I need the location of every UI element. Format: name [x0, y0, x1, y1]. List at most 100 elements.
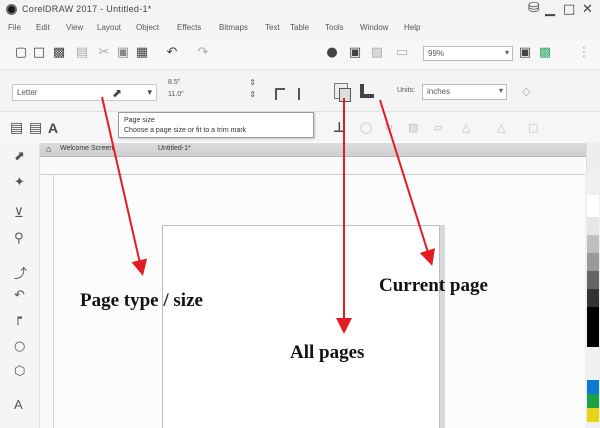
- redo-icon[interactable]: ↷: [196, 46, 210, 60]
- current-page-icon[interactable]: [360, 84, 374, 98]
- zoom-level-select[interactable]: 99% ▾: [423, 46, 513, 61]
- transform-icon[interactable]: ⊥: [333, 120, 346, 136]
- home-icon[interactable]: ⌂: [46, 144, 51, 154]
- trim-icon[interactable]: □: [528, 121, 538, 134]
- distort-icon[interactable]: △: [462, 121, 470, 134]
- menu-object[interactable]: Object: [136, 23, 159, 32]
- paste-icon[interactable]: ▦: [135, 46, 149, 60]
- palette-swatch[interactable]: [587, 289, 599, 307]
- menu-help[interactable]: Help: [404, 23, 420, 32]
- pick-tool-icon[interactable]: ⬈: [14, 149, 25, 164]
- menu-layout[interactable]: Layout: [97, 23, 121, 32]
- label-all-pages: All pages: [290, 342, 365, 363]
- page-size-tooltip: Page size Choose a page size or fit to a…: [118, 112, 314, 138]
- page-size-select[interactable]: Letter ▾: [12, 84, 157, 101]
- menu-view[interactable]: View: [66, 23, 83, 32]
- menu-bitmaps[interactable]: Bitmaps: [219, 23, 248, 32]
- undo-icon[interactable]: ↶: [165, 46, 179, 60]
- rectangle-tool-icon[interactable]: ┍: [14, 311, 22, 326]
- standard-toolbar: ▢ □ ▩ ▤ ✂ ▣ ▦ ↶ ↷ ● ▣ ▧ ▭ 99% ▾ ▣ ▩ ⋮: [0, 38, 600, 70]
- landscape-icon[interactable]: [298, 88, 308, 100]
- color-palette: [585, 175, 600, 428]
- cut-icon[interactable]: ✂: [97, 46, 111, 60]
- page-height-value[interactable]: 11.0": [168, 91, 184, 98]
- options-icon[interactable]: ⋮: [577, 46, 591, 60]
- menu-tools[interactable]: Tools: [325, 23, 344, 32]
- import-icon[interactable]: ▣: [348, 46, 362, 60]
- palette-swatch[interactable]: [587, 253, 599, 271]
- tab-untitled-1[interactable]: Untitled-1*: [158, 145, 191, 152]
- units-select[interactable]: inches ▾: [422, 84, 507, 100]
- search-icon[interactable]: ●: [325, 46, 339, 60]
- crop-tool-icon[interactable]: ⊻: [14, 206, 24, 221]
- screenshot-frame: CorelDRAW 2017 - Untitled-1* ⛁ ▁ □ ✕ Fil…: [0, 0, 600, 428]
- title-bar: CorelDRAW 2017 - Untitled-1* ⛁ ▁ □ ✕: [0, 0, 600, 20]
- export-icon[interactable]: ▧: [370, 46, 384, 60]
- cursor-pointer-icon: ⬈: [112, 86, 123, 100]
- order-icon[interactable]: ▱: [434, 121, 442, 134]
- palette-swatch[interactable]: [587, 217, 599, 235]
- menu-text[interactable]: Text: [265, 23, 280, 32]
- width-spin-icon[interactable]: ⇕: [249, 78, 256, 87]
- portrait-icon[interactable]: [275, 88, 285, 100]
- polygon-tool-icon[interactable]: ⬡: [14, 364, 25, 379]
- tooltip-body: Choose a page size or fit to a trim mark: [124, 127, 247, 134]
- tooltip-title: Page size: [124, 117, 155, 124]
- menu-table[interactable]: Table: [290, 23, 309, 32]
- ellipse-tool-icon[interactable]: ○: [14, 339, 25, 354]
- page-dimensions: 8.5" ⇕ 11.0" ⇕: [168, 78, 258, 105]
- window-title: CorelDRAW 2017 - Untitled-1*: [22, 4, 152, 14]
- full-screen-icon[interactable]: ▣: [518, 46, 532, 60]
- horizontal-ruler: [40, 157, 585, 175]
- label-current-page: Current page: [379, 275, 488, 296]
- open-icon[interactable]: □: [32, 46, 46, 60]
- palette-swatch[interactable]: [587, 408, 599, 422]
- tab-welcome-screen[interactable]: Welcome Screen: [60, 145, 113, 152]
- page-height-row: 11.0" ⇕: [168, 90, 258, 103]
- weld-icon[interactable]: △: [497, 121, 505, 134]
- freehand-tool-icon[interactable]: ⤴: [14, 263, 27, 282]
- toolbox: ⬈ ✦ ⊻ ⚲ ⤴ ↶ ┍ ○ ⬡ A: [0, 143, 40, 428]
- mirror-icon[interactable]: ◯: [360, 121, 372, 134]
- save-icon[interactable]: ▩: [52, 46, 66, 60]
- palette-swatch[interactable]: [587, 235, 599, 253]
- chevron-down-icon: ▾: [147, 87, 152, 97]
- page-width-value[interactable]: 8.5": [168, 79, 180, 86]
- menu-edit[interactable]: Edit: [36, 23, 50, 32]
- text-tool-icon[interactable]: A: [14, 397, 23, 412]
- palette-swatch[interactable]: [587, 394, 599, 408]
- palette-swatch[interactable]: [587, 195, 599, 217]
- document-page[interactable]: [162, 225, 440, 428]
- account-icon[interactable]: ⛁: [528, 0, 540, 16]
- shape-tool-icon[interactable]: ✦: [14, 175, 25, 190]
- vertical-ruler: [40, 175, 54, 428]
- menu-file[interactable]: File: [8, 23, 21, 32]
- artistic-media-icon[interactable]: ↶: [14, 288, 25, 303]
- text-icon[interactable]: A: [48, 120, 58, 136]
- minimize-button[interactable]: ▁: [545, 2, 555, 17]
- units-value: inches: [427, 87, 451, 96]
- menu-window[interactable]: Window: [360, 23, 388, 32]
- height-spin-icon[interactable]: ⇕: [249, 90, 256, 99]
- copy-icon[interactable]: ▣: [116, 46, 130, 60]
- align-left-icon[interactable]: ▤: [10, 120, 23, 136]
- coreldraw-logo-icon: [6, 4, 17, 15]
- label-page-type-size: Page type / size: [80, 290, 203, 311]
- menu-effects[interactable]: Effects: [177, 23, 201, 32]
- print-icon[interactable]: ▤: [75, 46, 89, 60]
- align-center-icon[interactable]: ▤: [29, 120, 42, 136]
- property-bar: Letter ▾ ⬈ 8.5" ⇕ 11.0" ⇕ Units: inches …: [0, 70, 600, 112]
- snap-icon[interactable]: ▩: [538, 46, 552, 60]
- maximize-button[interactable]: □: [563, 2, 575, 17]
- palette-swatch[interactable]: [587, 271, 599, 289]
- palette-swatch[interactable]: [587, 307, 599, 347]
- wrap-icon[interactable]: ▧: [408, 121, 418, 134]
- zoom-tool-icon[interactable]: ⚲: [14, 231, 24, 246]
- all-pages-icon[interactable]: [334, 83, 351, 102]
- publish-icon[interactable]: ▭: [395, 46, 409, 60]
- palette-swatch[interactable]: [587, 380, 599, 394]
- nudge-icon[interactable]: ◇: [522, 85, 530, 98]
- rotate-icon[interactable]: ↻: [384, 121, 393, 134]
- new-icon[interactable]: ▢: [14, 46, 28, 60]
- close-button[interactable]: ✕: [582, 2, 593, 17]
